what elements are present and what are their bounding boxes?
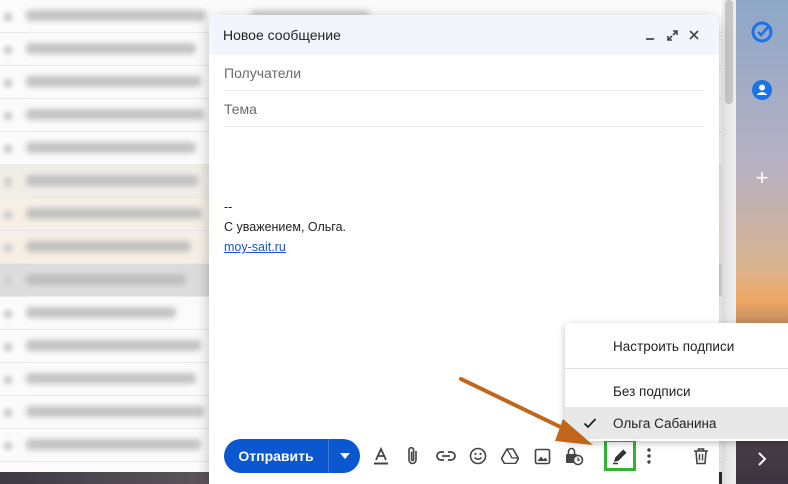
signature-line: С уважением, Ольга.: [224, 220, 346, 234]
compose-title: Новое сообщение: [223, 27, 341, 43]
trash-icon[interactable]: [690, 445, 712, 467]
subject-field: [224, 91, 704, 127]
recipients-field: [224, 55, 704, 91]
format-text-icon[interactable]: [370, 445, 392, 467]
more-vert-icon[interactable]: [638, 445, 660, 467]
menu-item-manage-signatures[interactable]: Настроить подписи: [565, 330, 788, 362]
tasks-icon[interactable]: [750, 20, 774, 44]
recipients-input[interactable]: [224, 64, 704, 81]
attach-icon[interactable]: [402, 445, 424, 467]
menu-item-label: Ольга Сабанина: [613, 415, 717, 431]
dropdown-icon[interactable]: [328, 439, 360, 473]
expand-icon[interactable]: [661, 24, 683, 46]
subject-input[interactable]: [224, 100, 704, 117]
menu-divider: [565, 368, 788, 369]
scrollbar-thumb[interactable]: [725, 0, 733, 104]
signature-dashes: --: [224, 200, 233, 214]
send-button-group: Отправить: [224, 439, 360, 473]
close-icon[interactable]: [683, 24, 705, 46]
plus-icon[interactable]: +: [750, 165, 774, 190]
signature-pen-icon[interactable]: [609, 445, 631, 467]
send-button[interactable]: Отправить: [224, 439, 328, 473]
chevron-right-icon[interactable]: [750, 447, 774, 471]
annotation-arrow: [459, 377, 593, 445]
compose-header: Новое сообщение: [209, 15, 719, 55]
message-body[interactable]: -- С уважением, Ольга. moy-sait.ru: [224, 197, 346, 257]
contacts-icon[interactable]: [750, 78, 774, 102]
minimize-icon[interactable]: [639, 24, 661, 46]
link-icon[interactable]: [435, 445, 457, 467]
signature-link[interactable]: moy-sait.ru: [224, 240, 286, 254]
